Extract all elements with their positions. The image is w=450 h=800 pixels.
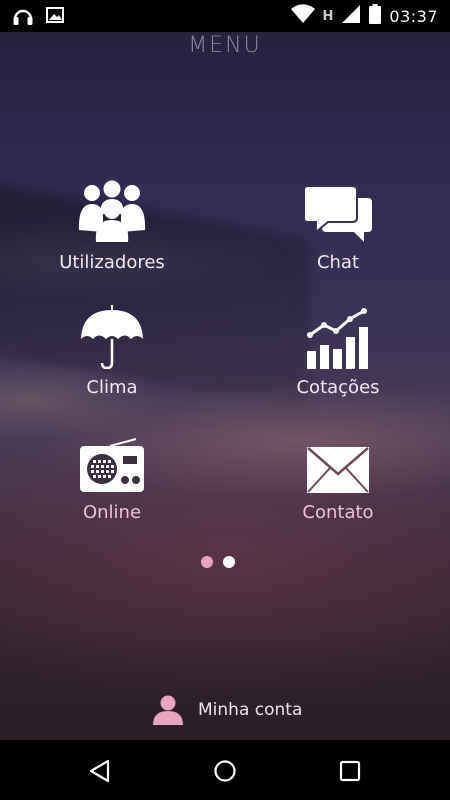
users-icon bbox=[78, 180, 146, 242]
navigation-bar bbox=[0, 740, 450, 800]
radio-icon bbox=[80, 438, 144, 492]
page-dot-1[interactable] bbox=[201, 556, 213, 568]
signal-icon bbox=[341, 4, 361, 28]
page-title: MENU bbox=[188, 33, 262, 58]
account-label: Minha conta bbox=[198, 700, 303, 720]
menu-item-cotacoes[interactable]: Cotações bbox=[248, 303, 428, 413]
image-icon bbox=[46, 6, 64, 30]
back-icon bbox=[89, 759, 110, 783]
menu-item-online[interactable]: Online bbox=[22, 428, 202, 538]
umbrella-icon bbox=[81, 305, 143, 369]
menu-label-online: Online bbox=[82, 502, 142, 523]
recents-icon bbox=[339, 760, 361, 782]
envelope-icon bbox=[307, 447, 369, 493]
recents-button[interactable] bbox=[336, 757, 364, 785]
menu-item-utilizadores[interactable]: Utilizadores bbox=[22, 178, 202, 288]
person-icon bbox=[153, 695, 183, 725]
status-bar: H 03:37 bbox=[0, 0, 450, 32]
home-button[interactable] bbox=[211, 757, 239, 785]
menu-label-chat: Chat bbox=[316, 252, 360, 273]
menu-label-utilizadores: Utilizadores bbox=[59, 252, 165, 273]
menu-item-chat[interactable]: Chat bbox=[248, 178, 428, 288]
menu-label-cotacoes: Cotações bbox=[296, 377, 380, 398]
account-button[interactable]: Minha conta bbox=[152, 694, 302, 726]
menu-label-contato: Contato bbox=[302, 502, 374, 523]
menu-item-clima[interactable]: Clima bbox=[22, 303, 202, 413]
stock-chart-icon bbox=[307, 308, 368, 369]
headphones-icon bbox=[12, 6, 34, 30]
status-time: 03:37 bbox=[389, 6, 438, 26]
back-button[interactable] bbox=[86, 757, 114, 785]
battery-icon bbox=[369, 4, 382, 28]
menu-item-contato[interactable]: Contato bbox=[248, 428, 428, 538]
network-type: H bbox=[322, 8, 334, 24]
wifi-icon bbox=[290, 4, 315, 28]
page-indicator bbox=[201, 556, 235, 568]
page-dot-2[interactable] bbox=[223, 556, 235, 568]
menu-label-clima: Clima bbox=[86, 377, 138, 398]
home-icon bbox=[214, 760, 236, 782]
chat-icon bbox=[304, 185, 372, 242]
